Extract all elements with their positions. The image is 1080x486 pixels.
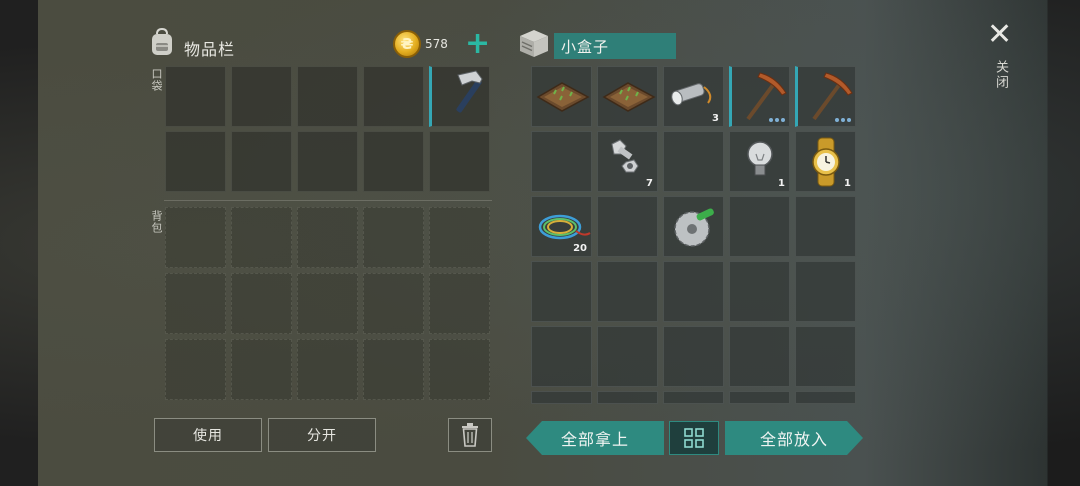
item-quantity: 20	[573, 243, 587, 254]
container-slot[interactable]: 20	[531, 196, 592, 257]
container-slot[interactable]	[663, 131, 724, 192]
pocket-slot[interactable]	[231, 66, 292, 127]
container-slot[interactable]	[597, 66, 658, 127]
pocket-slot[interactable]	[363, 66, 424, 127]
coin-count: 578	[425, 37, 448, 51]
container-slot[interactable]: 1	[795, 131, 856, 192]
item-quantity: 1	[778, 178, 785, 189]
pocket-slot[interactable]	[429, 66, 490, 127]
pocket-slot[interactable]	[363, 131, 424, 192]
container-name: 小盒子	[554, 33, 676, 59]
container-slot[interactable]	[597, 326, 658, 387]
pocket-slot[interactable]	[165, 131, 226, 192]
section-divider	[164, 200, 492, 201]
container-slot[interactable]	[729, 66, 790, 127]
container-slot[interactable]	[531, 391, 592, 404]
durability-dots	[769, 118, 785, 122]
pocket-slot[interactable]	[297, 66, 358, 127]
container-slot[interactable]	[729, 261, 790, 322]
backpack-slot[interactable]	[231, 273, 292, 334]
container-slot[interactable]	[531, 131, 592, 192]
container-slot[interactable]	[795, 326, 856, 387]
container-slot[interactable]	[531, 261, 592, 322]
container-slot[interactable]	[531, 66, 592, 127]
add-coins-button[interactable]: +	[465, 29, 490, 59]
backpack-slot[interactable]	[363, 273, 424, 334]
box-icon	[517, 27, 548, 57]
item-quantity: 1	[844, 178, 851, 189]
split-button[interactable]: 分开	[268, 418, 376, 452]
backpack-slot[interactable]	[297, 207, 358, 268]
backpack-slot[interactable]	[165, 273, 226, 334]
container-slot[interactable]	[597, 391, 658, 404]
put-all-button[interactable]: 全部放入	[725, 421, 863, 455]
backpack-slot[interactable]	[429, 207, 490, 268]
backpack-slot[interactable]	[231, 339, 292, 400]
sort-button[interactable]	[669, 421, 719, 455]
item-quantity: 3	[712, 113, 719, 124]
pocket-slot[interactable]	[297, 131, 358, 192]
pocket-label: 口袋	[150, 68, 163, 92]
container-slot[interactable]	[729, 326, 790, 387]
trash-icon	[462, 423, 478, 447]
pocket-slot[interactable]	[429, 131, 490, 192]
backpack-slot[interactable]	[429, 273, 490, 334]
backpack-slot[interactable]	[429, 339, 490, 400]
grid-sort-icon	[684, 428, 704, 448]
container-slot[interactable]: 1	[729, 131, 790, 192]
backpack-label: 背包	[150, 210, 163, 234]
garden-bed-icon	[536, 82, 590, 112]
backpack-slot[interactable]	[363, 339, 424, 400]
backpack-icon	[147, 27, 177, 57]
container-slot[interactable]	[597, 261, 658, 322]
hammer-icon	[456, 70, 483, 113]
container-slot[interactable]	[729, 391, 790, 404]
container-slot[interactable]: 7	[597, 131, 658, 192]
container-slot[interactable]	[795, 261, 856, 322]
backpack-slot[interactable]	[297, 273, 358, 334]
use-button[interactable]: 使用	[154, 418, 262, 452]
container-slot[interactable]: 3	[663, 66, 724, 127]
container-slot[interactable]	[663, 391, 724, 404]
backpack-slot[interactable]	[363, 207, 424, 268]
pocket-slot[interactable]	[165, 66, 226, 127]
close-label[interactable]: 关闭	[991, 60, 1010, 90]
backpack-slot[interactable]	[165, 339, 226, 400]
take-all-button[interactable]: 全部拿上	[526, 421, 664, 455]
close-icon[interactable]: ✕	[987, 20, 1012, 50]
container-slot[interactable]	[663, 326, 724, 387]
saw-blade-icon	[674, 208, 714, 247]
container-slot[interactable]	[795, 196, 856, 257]
item-quantity: 7	[646, 178, 653, 189]
coin-icon: ₴	[393, 30, 421, 58]
backpack-slot[interactable]	[231, 207, 292, 268]
container-slot[interactable]	[663, 261, 724, 322]
container-slot[interactable]	[795, 66, 856, 127]
container-slot[interactable]	[663, 196, 724, 257]
inventory-title: 物品栏	[184, 40, 236, 59]
discard-button[interactable]	[448, 418, 492, 452]
container-slot[interactable]	[597, 196, 658, 257]
container-slot[interactable]	[795, 391, 856, 404]
backpack-slot[interactable]	[165, 207, 226, 268]
durability-dots	[835, 118, 851, 122]
container-slot[interactable]	[531, 326, 592, 387]
garden-bed-icon	[602, 82, 656, 112]
container-slot[interactable]	[729, 196, 790, 257]
backpack-slot[interactable]	[297, 339, 358, 400]
pocket-slot[interactable]	[231, 131, 292, 192]
